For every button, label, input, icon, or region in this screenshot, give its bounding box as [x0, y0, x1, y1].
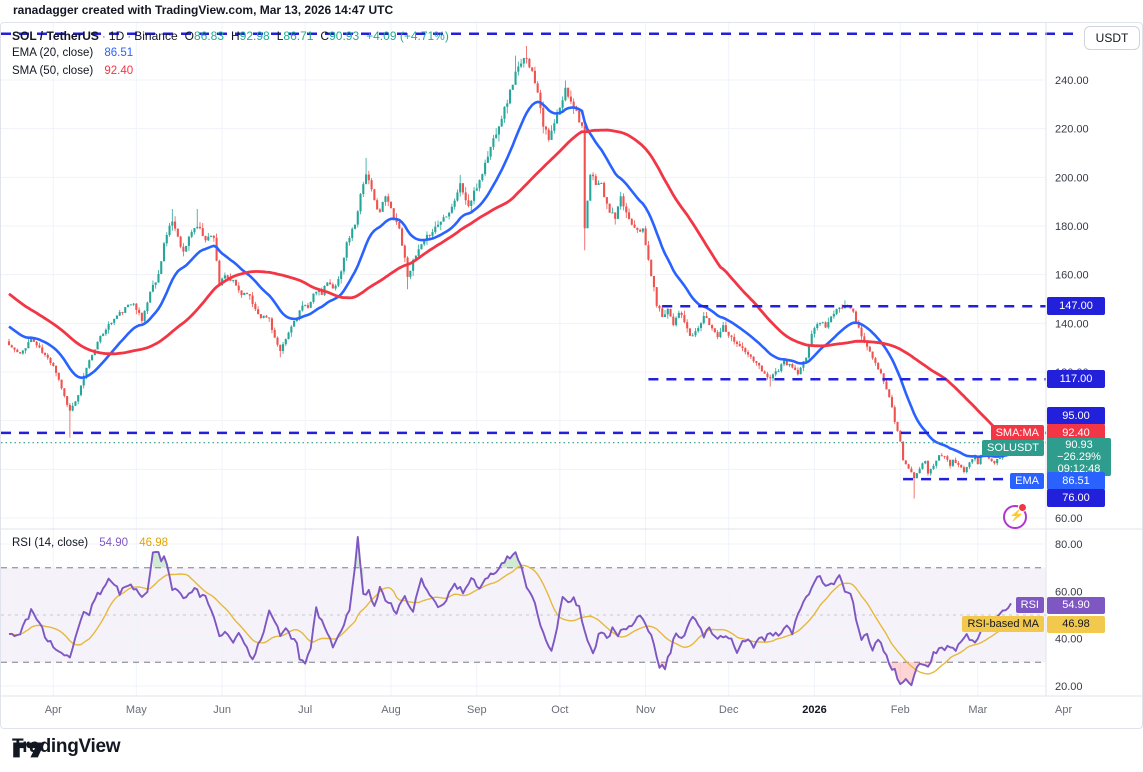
month-label[interactable]: Mar — [968, 704, 987, 716]
svg-text:140.00: 140.00 — [1055, 318, 1089, 330]
month-label[interactable]: Nov — [636, 704, 656, 716]
month-label[interactable]: Dec — [719, 704, 739, 716]
sma-value: 92.40 — [104, 65, 133, 77]
month-label[interactable]: May — [126, 704, 147, 716]
last-price: 90.93 — [1047, 439, 1111, 451]
rsi-label: RSI (14, close) — [12, 537, 88, 549]
open-label: O — [185, 29, 194, 43]
ema-tag[interactable]: EMA — [1010, 473, 1044, 489]
chart-widget[interactable]: 240.00220.00200.00180.00160.00140.00120.… — [0, 22, 1143, 729]
svg-text:220.00: 220.00 — [1055, 124, 1089, 136]
low-value: 86.71 — [283, 29, 313, 43]
rsi-tag[interactable]: RSI — [1016, 597, 1044, 613]
month-label[interactable]: Oct — [551, 704, 568, 716]
symbol-name[interactable]: SOL / TetherUS — [12, 29, 99, 43]
high-value: 92.98 — [240, 29, 270, 43]
sma-legend[interactable]: SMA (50, close) 92.40 — [12, 65, 133, 77]
svg-text:60.00: 60.00 — [1055, 513, 1083, 525]
ema-label: EMA (20, close) — [12, 47, 93, 59]
sma-line — [9, 130, 1011, 439]
tradingview-screenshot: ranadagger created with TradingView.com,… — [0, 0, 1143, 772]
month-label[interactable]: 2026 — [802, 704, 826, 716]
notification-dot — [1018, 503, 1027, 512]
interval-label[interactable]: 1D — [109, 29, 124, 43]
tradingview-logo[interactable]: TradingView — [12, 736, 120, 758]
month-label[interactable]: Jul — [298, 704, 312, 716]
exchange-label: Binance — [134, 29, 177, 43]
month-label[interactable]: Aug — [381, 704, 401, 716]
svg-text:40.00: 40.00 — [1055, 634, 1083, 646]
svg-text:80.00: 80.00 — [1055, 539, 1083, 551]
month-label[interactable]: Apr — [45, 704, 62, 716]
month-label[interactable]: Feb — [891, 704, 910, 716]
tradingview-logo-icon — [12, 736, 46, 762]
month-label[interactable]: Apr — [1055, 704, 1072, 716]
month-label[interactable]: Jun — [213, 704, 231, 716]
open-value: 86.83 — [194, 29, 224, 43]
month-label[interactable]: Sep — [467, 704, 487, 716]
ema-price-badge[interactable]: 86.51 — [1047, 472, 1105, 490]
rsi-ma-value-badge[interactable]: 46.98 — [1047, 616, 1105, 633]
last-price-badge[interactable]: 90.93 −26.29% 09:12:48 — [1047, 438, 1111, 476]
candles — [8, 46, 1012, 499]
svg-text:200.00: 200.00 — [1055, 172, 1089, 184]
symbol-tag[interactable]: SOLUSDT — [982, 440, 1044, 456]
close-value: 90.93 — [329, 29, 359, 43]
ema-value: 86.51 — [104, 47, 133, 59]
rsi-value-badge[interactable]: 54.90 — [1047, 597, 1105, 614]
high-label: H — [231, 29, 240, 43]
symbol-legend[interactable]: SOL / TetherUS·1D·BinanceO86.83H92.98L86… — [12, 29, 449, 43]
sma-label: SMA (50, close) — [12, 65, 93, 77]
level-badge-147[interactable]: 147.00 — [1047, 297, 1105, 315]
svg-text:240.00: 240.00 — [1055, 75, 1089, 87]
svg-text:160.00: 160.00 — [1055, 270, 1089, 282]
level-badge-76[interactable]: 76.00 — [1047, 489, 1105, 507]
rsi-ma-value: 46.98 — [139, 537, 168, 549]
spark-lightning-icon[interactable]: ⚡ — [1003, 505, 1027, 529]
attribution-text: ranadagger created with TradingView.com,… — [13, 3, 393, 17]
separator: · — [99, 29, 109, 43]
currency-unit-button[interactable]: USDT — [1084, 26, 1140, 50]
rsi-value: 54.90 — [99, 537, 128, 549]
level-badge-117[interactable]: 117.00 — [1047, 370, 1105, 388]
separator: · — [124, 29, 134, 43]
sma-tag[interactable]: SMA:MA — [991, 425, 1044, 441]
level-badge-95[interactable]: 95.00 — [1047, 407, 1105, 425]
change-value: +4.09 (+4.71%) — [366, 29, 449, 43]
rsi-ma-tag[interactable]: RSI-based MA — [962, 616, 1044, 632]
ema-legend[interactable]: EMA (20, close) 86.51 — [12, 47, 133, 59]
change-percent: −26.29% — [1047, 451, 1111, 463]
close-label: C — [320, 29, 329, 43]
svg-text:180.00: 180.00 — [1055, 221, 1089, 233]
time-axis-labels: Apr May Jun Jul Aug Sep Oct Nov Dec 2026 Feb Mar Apr — [45, 704, 1073, 716]
svg-text:20.00: 20.00 — [1055, 681, 1083, 693]
rsi-legend[interactable]: RSI (14, close) 54.90 46.98 — [12, 537, 168, 549]
